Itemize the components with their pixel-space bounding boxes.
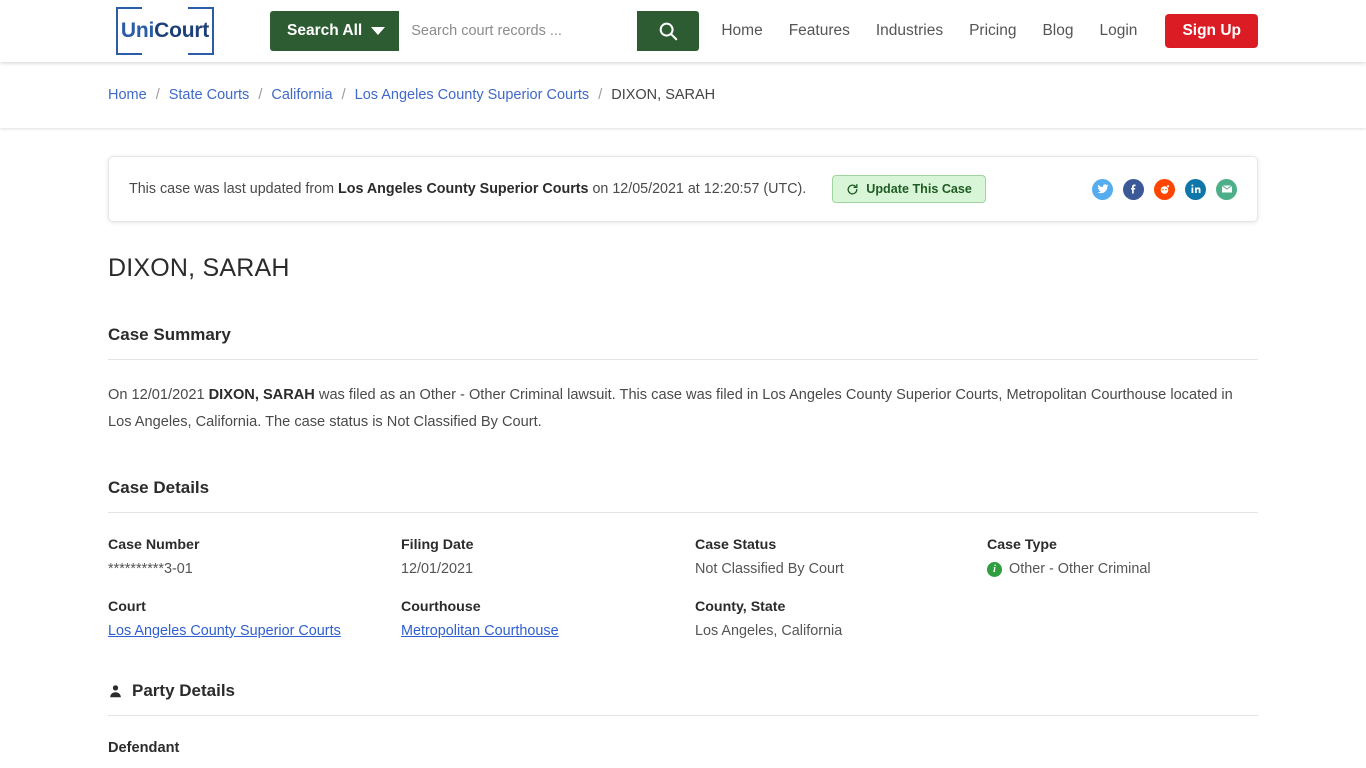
case-summary-text: On 12/01/2021 DIXON, SARAH was filed as … — [108, 382, 1254, 436]
search-input[interactable] — [399, 11, 638, 51]
update-this-case-label: Update This Case — [866, 182, 972, 196]
field-case-status: Case Status Not Classified By Court — [695, 537, 987, 577]
search-scope-dropdown[interactable]: Search All — [270, 11, 400, 51]
search-scope-label: Search All — [287, 22, 363, 39]
field-case-number: Case Number **********3-01 — [108, 537, 401, 577]
case-details-grid: Case Number **********3-01 Filing Date 1… — [108, 537, 1258, 639]
breadcrumb-separator: / — [258, 87, 263, 103]
share-buttons — [1092, 178, 1237, 200]
field-county-state: County, State Los Angeles, California — [695, 599, 987, 639]
main-navigation: Home Features Industries Pricing Blog Lo… — [721, 14, 1258, 48]
page-title: DIXON, SARAH — [108, 254, 290, 282]
main-content: This case was last updated from Los Ange… — [0, 156, 1366, 768]
party-role-label: Defendant — [108, 740, 180, 756]
field-value: 12/01/2021 — [401, 561, 474, 577]
site-header: UniCourt Search All Home Features Indust… — [0, 0, 1366, 62]
reddit-share-icon[interactable] — [1154, 178, 1175, 200]
field-value-wrap: Metropolitan Courthouse — [401, 623, 695, 639]
search-icon — [659, 22, 678, 41]
field-value-wrap: i Other - Other Criminal — [987, 561, 1258, 577]
logo-text: UniCourt — [117, 19, 213, 43]
case-details-heading-label: Case Details — [108, 478, 210, 497]
field-court: Court Los Angeles County Superior Courts — [108, 599, 401, 639]
last-updated-suffix: on 12/05/2021 at 12:20:57 (UTC). — [588, 181, 807, 197]
email-share-icon[interactable] — [1216, 178, 1237, 200]
linkedin-share-icon[interactable] — [1185, 178, 1206, 200]
case-summary-prefix: On 12/01/2021 — [108, 387, 209, 403]
search-submit-button[interactable] — [637, 11, 700, 51]
breadcrumb-separator: / — [341, 87, 346, 103]
nav-link-pricing[interactable]: Pricing — [969, 22, 1016, 40]
logo-text-court: Court — [154, 19, 210, 42]
field-case-type: Case Type i Other - Other Criminal — [987, 537, 1258, 577]
breadcrumb-link-la-county-superior-courts[interactable]: Los Angeles County Superior Courts — [355, 87, 590, 103]
nav-link-industries[interactable]: Industries — [876, 22, 943, 40]
nav-link-features[interactable]: Features — [789, 22, 850, 40]
case-details-heading: Case Details — [108, 478, 1258, 513]
field-label: Courthouse — [401, 599, 481, 615]
last-updated-banner: This case was last updated from Los Ange… — [108, 156, 1258, 222]
breadcrumb: Home / State Courts / California / Los A… — [108, 87, 715, 103]
party-details-heading: Party Details — [108, 681, 1258, 716]
field-label: County, State — [695, 599, 786, 615]
breadcrumb-link-california[interactable]: California — [271, 87, 332, 103]
info-icon[interactable]: i — [987, 561, 1002, 577]
breadcrumb-link-state-courts[interactable]: State Courts — [169, 87, 250, 103]
field-label: Filing Date — [401, 537, 474, 553]
case-summary-heading-label: Case Summary — [108, 325, 231, 344]
field-value: Not Classified By Court — [695, 561, 844, 577]
breadcrumb-separator: / — [598, 87, 603, 103]
field-courthouse: Courthouse Metropolitan Courthouse — [401, 599, 695, 639]
breadcrumb-current: DIXON, SARAH — [611, 87, 716, 103]
breadcrumb-separator: / — [155, 87, 160, 103]
sign-up-button[interactable]: Sign Up — [1165, 14, 1258, 48]
field-value: Los Angeles, California — [695, 623, 843, 639]
field-label: Case Type — [987, 537, 1057, 553]
case-summary-party: DIXON, SARAH — [208, 387, 315, 403]
last-updated-prefix: This case was last updated from — [129, 181, 338, 197]
person-icon — [110, 685, 121, 698]
nav-link-blog[interactable]: Blog — [1042, 22, 1073, 40]
field-value-wrap: Los Angeles County Superior Courts — [108, 623, 401, 639]
party-details-heading-label: Party Details — [132, 681, 235, 700]
update-this-case-button[interactable]: Update This Case — [832, 175, 986, 203]
search-bar: Search All — [270, 11, 700, 51]
nav-link-home[interactable]: Home — [721, 22, 762, 40]
chevron-down-icon — [371, 27, 386, 35]
field-value: Other - Other Criminal — [1009, 561, 1151, 577]
breadcrumb-bar: Home / State Courts / California / Los A… — [0, 62, 1366, 128]
nav-link-login[interactable]: Login — [1100, 22, 1138, 40]
field-value: **********3-01 — [108, 561, 193, 577]
last-updated-court: Los Angeles County Superior Courts — [338, 181, 589, 197]
refresh-icon — [847, 183, 858, 194]
courthouse-link[interactable]: Metropolitan Courthouse — [401, 623, 559, 639]
case-summary-heading: Case Summary — [108, 325, 1258, 360]
field-label: Case Number — [108, 537, 200, 553]
breadcrumb-link-home[interactable]: Home — [108, 87, 147, 103]
court-link[interactable]: Los Angeles County Superior Courts — [108, 623, 341, 639]
field-label: Case Status — [695, 537, 777, 553]
field-filing-date: Filing Date 12/01/2021 — [401, 537, 695, 577]
last-updated-text: This case was last updated from Los Ange… — [129, 181, 806, 197]
logo-text-uni: Uni — [120, 19, 155, 42]
twitter-share-icon[interactable] — [1092, 178, 1113, 200]
unicourt-logo[interactable]: UniCourt — [108, 7, 222, 55]
field-empty-slot — [987, 599, 1258, 639]
facebook-share-icon[interactable] — [1123, 178, 1144, 200]
field-label: Court — [108, 599, 146, 615]
